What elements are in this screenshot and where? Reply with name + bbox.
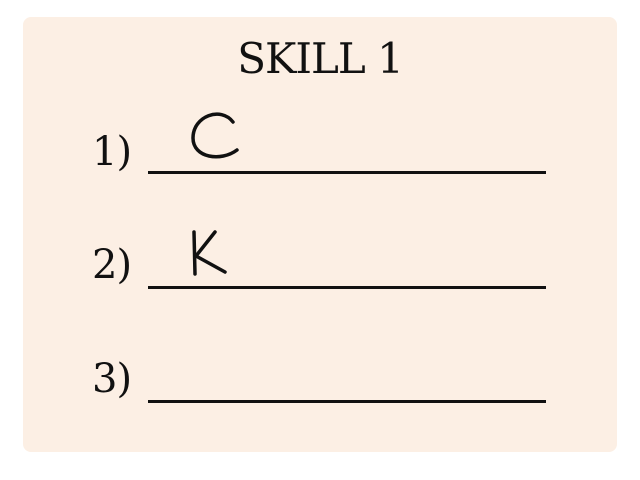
item-1-number: 1) — [92, 129, 132, 175]
worksheet-title: SKILL 1 — [237, 34, 404, 83]
item-2-number: 2) — [92, 242, 132, 288]
item-2-handwritten-answer — [185, 226, 245, 276]
item-1-handwritten-answer — [185, 108, 245, 159]
item-1-answer-line — [148, 171, 546, 174]
item-3-number: 3) — [92, 356, 132, 402]
item-2-answer-line — [148, 286, 546, 289]
item-3-answer-line — [148, 400, 546, 403]
